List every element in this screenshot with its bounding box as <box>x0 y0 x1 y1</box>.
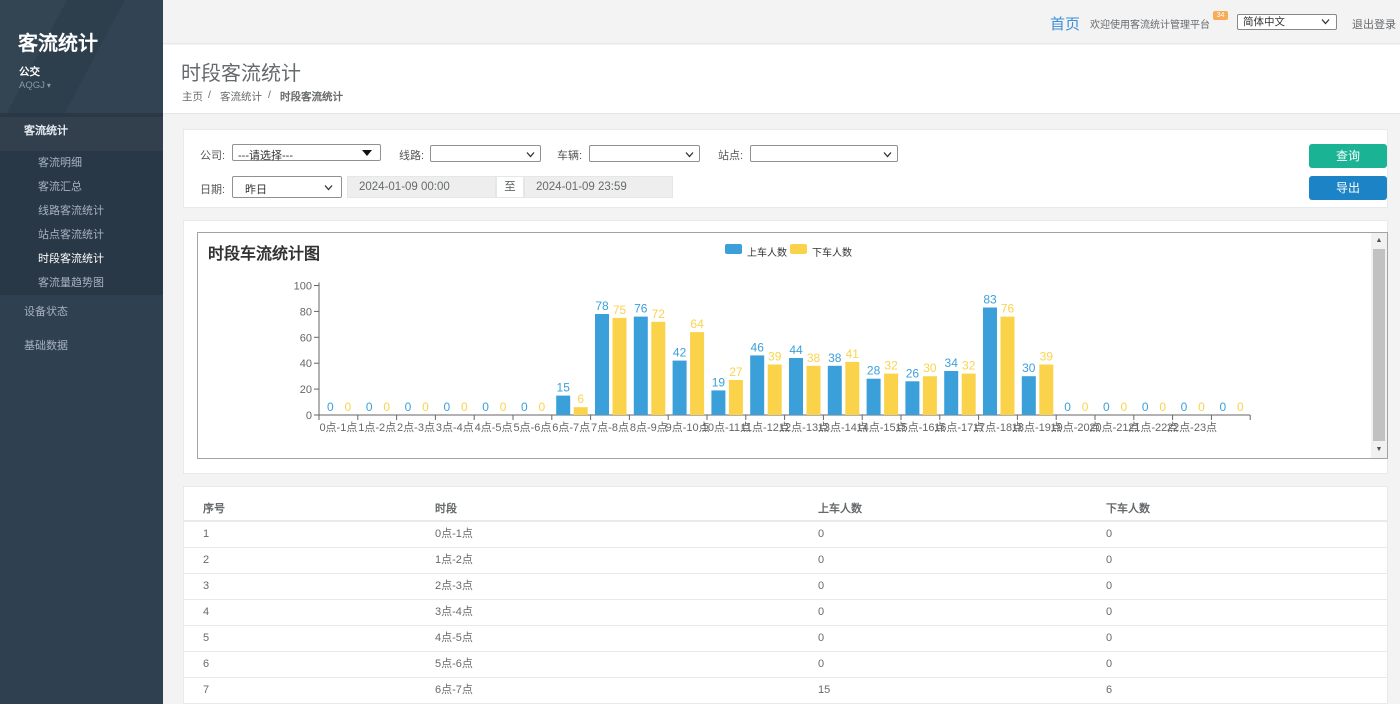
svg-text:1点-2点: 1点-2点 <box>358 421 396 434</box>
svg-text:80: 80 <box>300 306 312 318</box>
svg-text:0: 0 <box>1064 400 1071 414</box>
svg-text:76: 76 <box>634 302 648 316</box>
svg-text:26: 26 <box>906 366 920 380</box>
svg-text:19: 19 <box>712 375 726 389</box>
svg-text:46: 46 <box>751 340 765 354</box>
svg-text:0: 0 <box>1082 400 1089 414</box>
svg-text:0: 0 <box>345 400 352 414</box>
svg-text:4点-5点: 4点-5点 <box>475 421 513 434</box>
svg-text:38: 38 <box>828 351 842 365</box>
svg-text:41: 41 <box>846 347 860 361</box>
svg-text:6: 6 <box>577 392 584 406</box>
svg-text:38: 38 <box>807 351 821 365</box>
svg-text:0: 0 <box>461 400 468 414</box>
svg-text:34: 34 <box>945 356 959 370</box>
svg-text:0: 0 <box>1219 400 1226 414</box>
svg-text:75: 75 <box>613 303 627 317</box>
svg-text:32: 32 <box>962 359 976 373</box>
svg-text:44: 44 <box>789 343 803 357</box>
svg-text:0: 0 <box>1198 400 1205 414</box>
svg-text:0: 0 <box>1237 400 1244 414</box>
svg-text:15: 15 <box>557 381 571 395</box>
svg-text:20: 20 <box>300 384 312 396</box>
svg-text:39: 39 <box>768 350 782 364</box>
svg-text:3点-4点: 3点-4点 <box>436 421 474 434</box>
svg-text:72: 72 <box>652 307 666 321</box>
svg-text:40: 40 <box>300 358 312 370</box>
svg-text:7点-8点: 7点-8点 <box>591 421 629 434</box>
svg-text:30: 30 <box>923 361 937 375</box>
svg-text:0: 0 <box>422 400 429 414</box>
svg-text:0: 0 <box>443 400 450 414</box>
svg-text:28: 28 <box>867 364 881 378</box>
svg-text:0: 0 <box>482 400 489 414</box>
svg-text:0: 0 <box>405 400 412 414</box>
svg-text:8点-9点: 8点-9点 <box>630 421 668 434</box>
svg-text:27: 27 <box>729 365 743 379</box>
svg-text:0: 0 <box>500 400 507 414</box>
svg-text:60: 60 <box>300 332 312 344</box>
svg-text:6点-7点: 6点-7点 <box>552 421 590 434</box>
svg-text:76: 76 <box>1001 302 1015 316</box>
svg-text:64: 64 <box>690 317 704 331</box>
svg-text:0点-1点: 0点-1点 <box>319 421 357 434</box>
svg-text:32: 32 <box>884 359 898 373</box>
svg-text:2点-3点: 2点-3点 <box>397 421 435 434</box>
svg-text:0: 0 <box>306 410 312 422</box>
svg-text:0: 0 <box>1103 400 1110 414</box>
svg-text:39: 39 <box>1040 350 1054 364</box>
svg-text:5点-6点: 5点-6点 <box>513 421 551 434</box>
svg-text:0: 0 <box>521 400 528 414</box>
svg-text:22点-23点: 22点-23点 <box>1167 421 1217 434</box>
svg-text:0: 0 <box>1159 400 1166 414</box>
svg-text:78: 78 <box>595 299 609 313</box>
svg-text:42: 42 <box>673 346 687 360</box>
svg-text:0: 0 <box>539 400 546 414</box>
svg-text:100: 100 <box>294 281 312 293</box>
svg-text:0: 0 <box>1142 400 1149 414</box>
svg-text:30: 30 <box>1022 361 1036 375</box>
svg-text:0: 0 <box>327 400 334 414</box>
svg-text:83: 83 <box>983 293 997 307</box>
svg-text:0: 0 <box>366 400 373 414</box>
svg-text:0: 0 <box>383 400 390 414</box>
svg-text:0: 0 <box>1121 400 1128 414</box>
svg-text:0: 0 <box>1181 400 1188 414</box>
